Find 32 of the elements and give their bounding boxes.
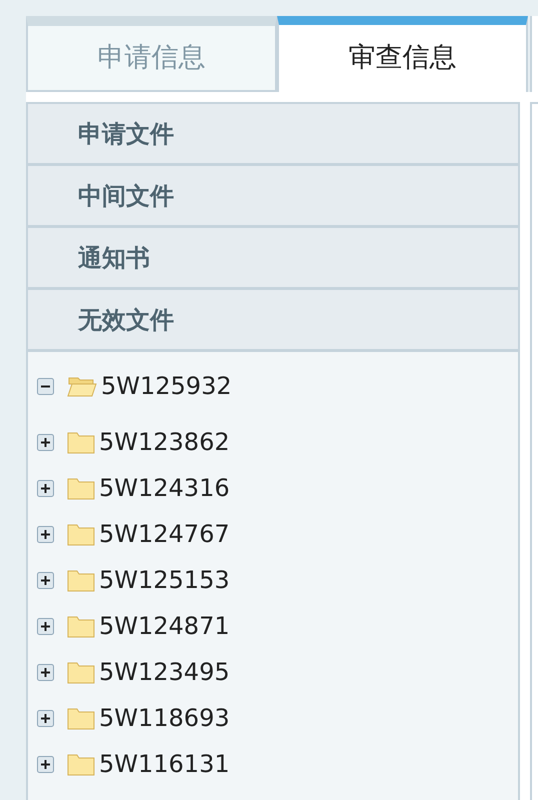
folder-icon (67, 430, 95, 454)
open-folder-icon (67, 375, 97, 397)
expand-icon[interactable] (37, 756, 54, 772)
section-header[interactable]: 中间文件 (28, 166, 518, 228)
folder-icon (67, 568, 95, 592)
collapse-icon[interactable] (37, 378, 54, 394)
expand-icon[interactable] (37, 526, 54, 542)
expand-icon[interactable] (37, 572, 54, 588)
tree-item[interactable]: 5W116131 (99, 746, 230, 782)
tree-item[interactable]: 5W124316 (99, 470, 230, 506)
folder-icon (67, 660, 95, 684)
section-header[interactable]: 通知书 (28, 228, 518, 290)
tree-item[interactable]: 5W125932 (101, 368, 232, 404)
folder-icon (67, 476, 95, 500)
expand-icon[interactable] (37, 710, 54, 726)
tab[interactable]: 审查信息 (277, 16, 528, 92)
expand-icon[interactable] (37, 480, 54, 496)
folder-icon (67, 706, 95, 730)
folder-icon (67, 522, 95, 546)
tree-item[interactable]: 5W123495 (99, 654, 230, 690)
folder-icon (67, 614, 95, 638)
tree-item[interactable]: 5W125153 (99, 562, 230, 598)
section-header[interactable]: 申请文件 (28, 104, 518, 166)
tree-item[interactable]: 5W124767 (99, 516, 230, 552)
tree-item[interactable]: 5W124871 (99, 608, 230, 644)
tree-item[interactable]: 5W123862 (99, 424, 230, 460)
tree-item[interactable]: 5W118693 (99, 700, 230, 736)
expand-icon[interactable] (37, 618, 54, 634)
expand-icon[interactable] (37, 664, 54, 680)
section-header[interactable]: 无效文件 (28, 290, 518, 352)
folder-icon (67, 752, 95, 776)
expand-icon[interactable] (37, 434, 54, 450)
